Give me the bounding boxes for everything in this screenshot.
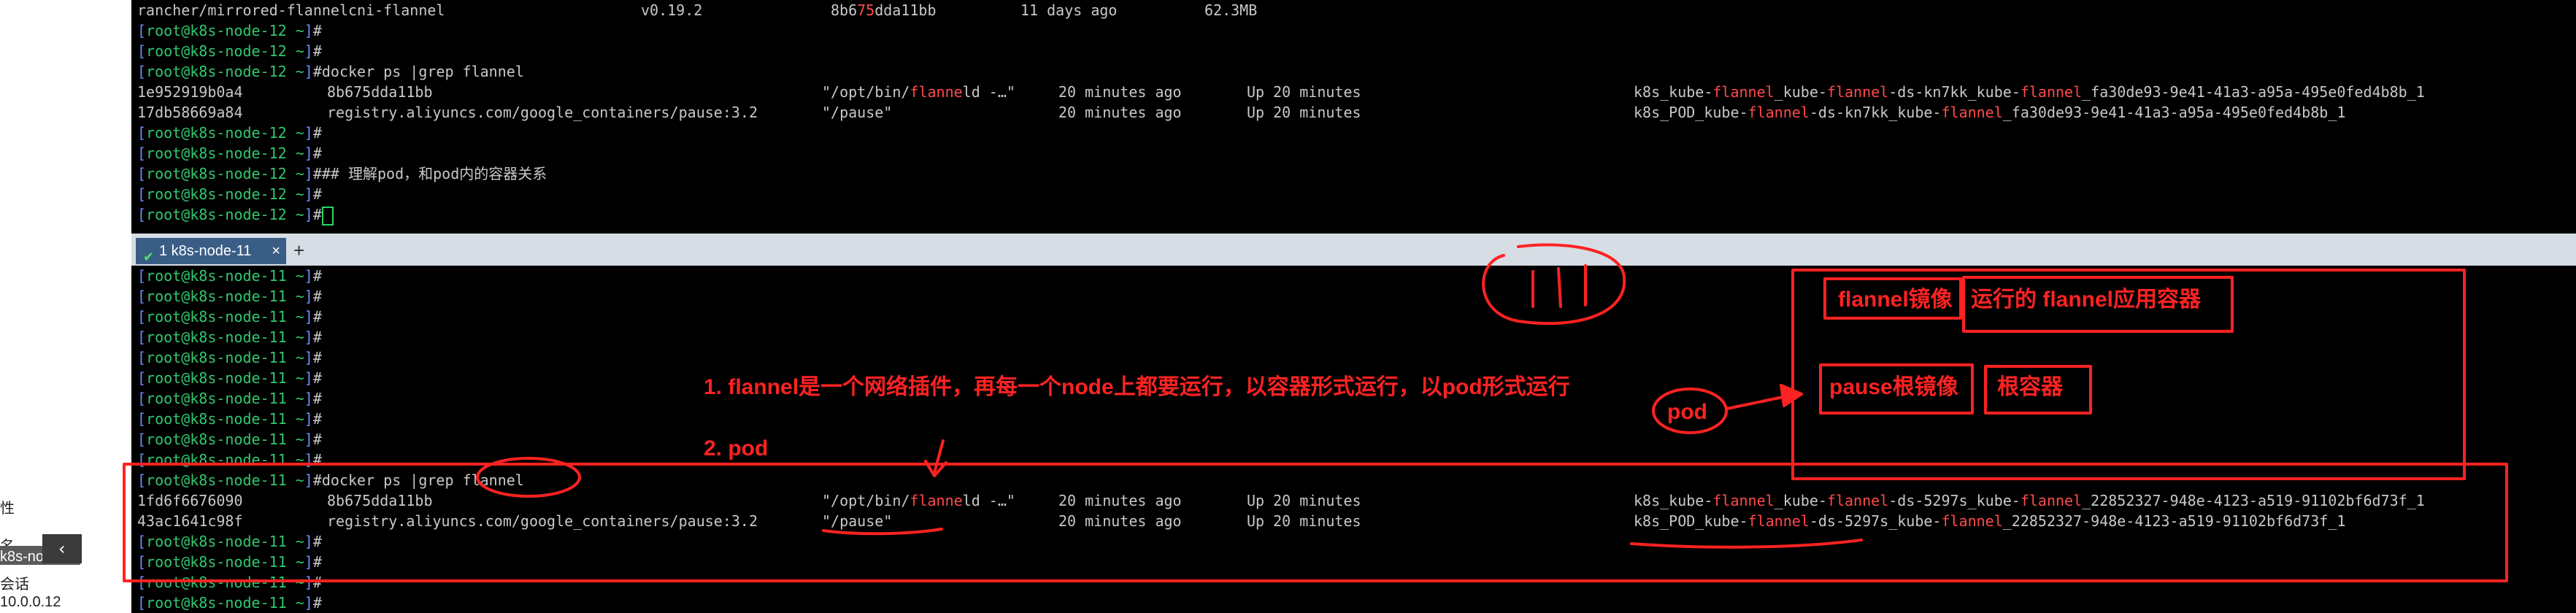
session-label-3: 会话 [0, 577, 29, 593]
prompt-line: [root@k8s-node-11 ~]# [137, 267, 322, 285]
prompt-line: [root@k8s-node-11 ~]# [137, 574, 322, 591]
prompt-line: [root@k8s-node-12 ~]# [137, 124, 322, 142]
terminal-pane-node-12[interactable]: rancher/mirrored-flannelcni-flannel v0.19… [131, 0, 2576, 234]
prompt-line: [root@k8s-node-11 ~]# [137, 349, 322, 366]
command-line: [root@k8s-node-12 ~]#docker ps |grep fla… [137, 63, 524, 80]
prompt-line: [root@k8s-node-11 ~]# [137, 288, 322, 305]
ps-row: 43ac1641c98f registry.aliyuncs.com/google… [137, 512, 2346, 530]
tab-k8s-node-11[interactable]: ✔ 1 k8s-node-11 × [136, 238, 286, 264]
image-list-row: rancher/mirrored-flannelcni-flannel v0.19… [137, 1, 1258, 19]
prompt-line: [root@k8s-node-11 ~]# [137, 431, 322, 448]
prompt-line: [root@k8s-node-11 ~]# [137, 451, 322, 469]
session-ip: 10.0.0.12 [0, 594, 61, 610]
prompt-line: [root@k8s-node-11 ~]# [137, 328, 322, 346]
prompt-line: [root@k8s-node-11 ~]# [137, 553, 322, 571]
prompt-line: [root@k8s-node-12 ~]# [137, 185, 322, 203]
command-line: [root@k8s-node-11 ~]#docker ps |grep fla… [137, 471, 524, 489]
add-tab-button[interactable]: + [293, 239, 304, 262]
prompt-line: [root@k8s-node-11 ~]# [137, 369, 322, 387]
prompt-line: [root@k8s-node-11 ~]# [137, 594, 322, 612]
collapse-button[interactable]: ‹ [42, 534, 82, 563]
prompt-line: [root@k8s-node-12 ~]# [137, 144, 322, 162]
left-session-panel: 性 名... k8s-node-12 ‹ 会话 10.0.0.12 [0, 0, 131, 613]
terminal-pane-node-11[interactable]: [root@k8s-node-11 ~]# [root@k8s-node-11 … [131, 266, 2576, 613]
prompt-line: [root@k8s-node-11 ~]# [137, 390, 322, 407]
tab-bar: ✔ 1 k8s-node-11 × + [131, 234, 2576, 266]
prompt-line: [root@k8s-node-11 ~]# [137, 410, 322, 428]
prompt-line-active[interactable]: [root@k8s-node-12 ~]# [137, 204, 334, 225]
close-tab-icon[interactable]: × [272, 238, 280, 264]
prompt-line: [root@k8s-node-12 ~]# [137, 42, 322, 60]
comment-line: [root@k8s-node-12 ~]### 理解pod，和pod内的容器关系 [137, 165, 547, 182]
terminal-cursor [321, 206, 334, 225]
ps-row: 1e952919b0a4 8b675dda11bb "/opt/bin/flanne… [137, 83, 2425, 101]
prompt-line: [root@k8s-node-11 ~]# [137, 533, 322, 550]
ps-row: 17db58669a84 registry.aliyuncs.com/google… [137, 104, 2346, 121]
prompt-line: [root@k8s-node-11 ~]# [137, 308, 322, 325]
ps-row: 1fd6f6676090 8b675dda11bb "/opt/bin/flanne… [137, 492, 2425, 509]
prompt-line: [root@k8s-node-12 ~]# [137, 22, 322, 39]
session-label-1: 性 [0, 501, 15, 517]
